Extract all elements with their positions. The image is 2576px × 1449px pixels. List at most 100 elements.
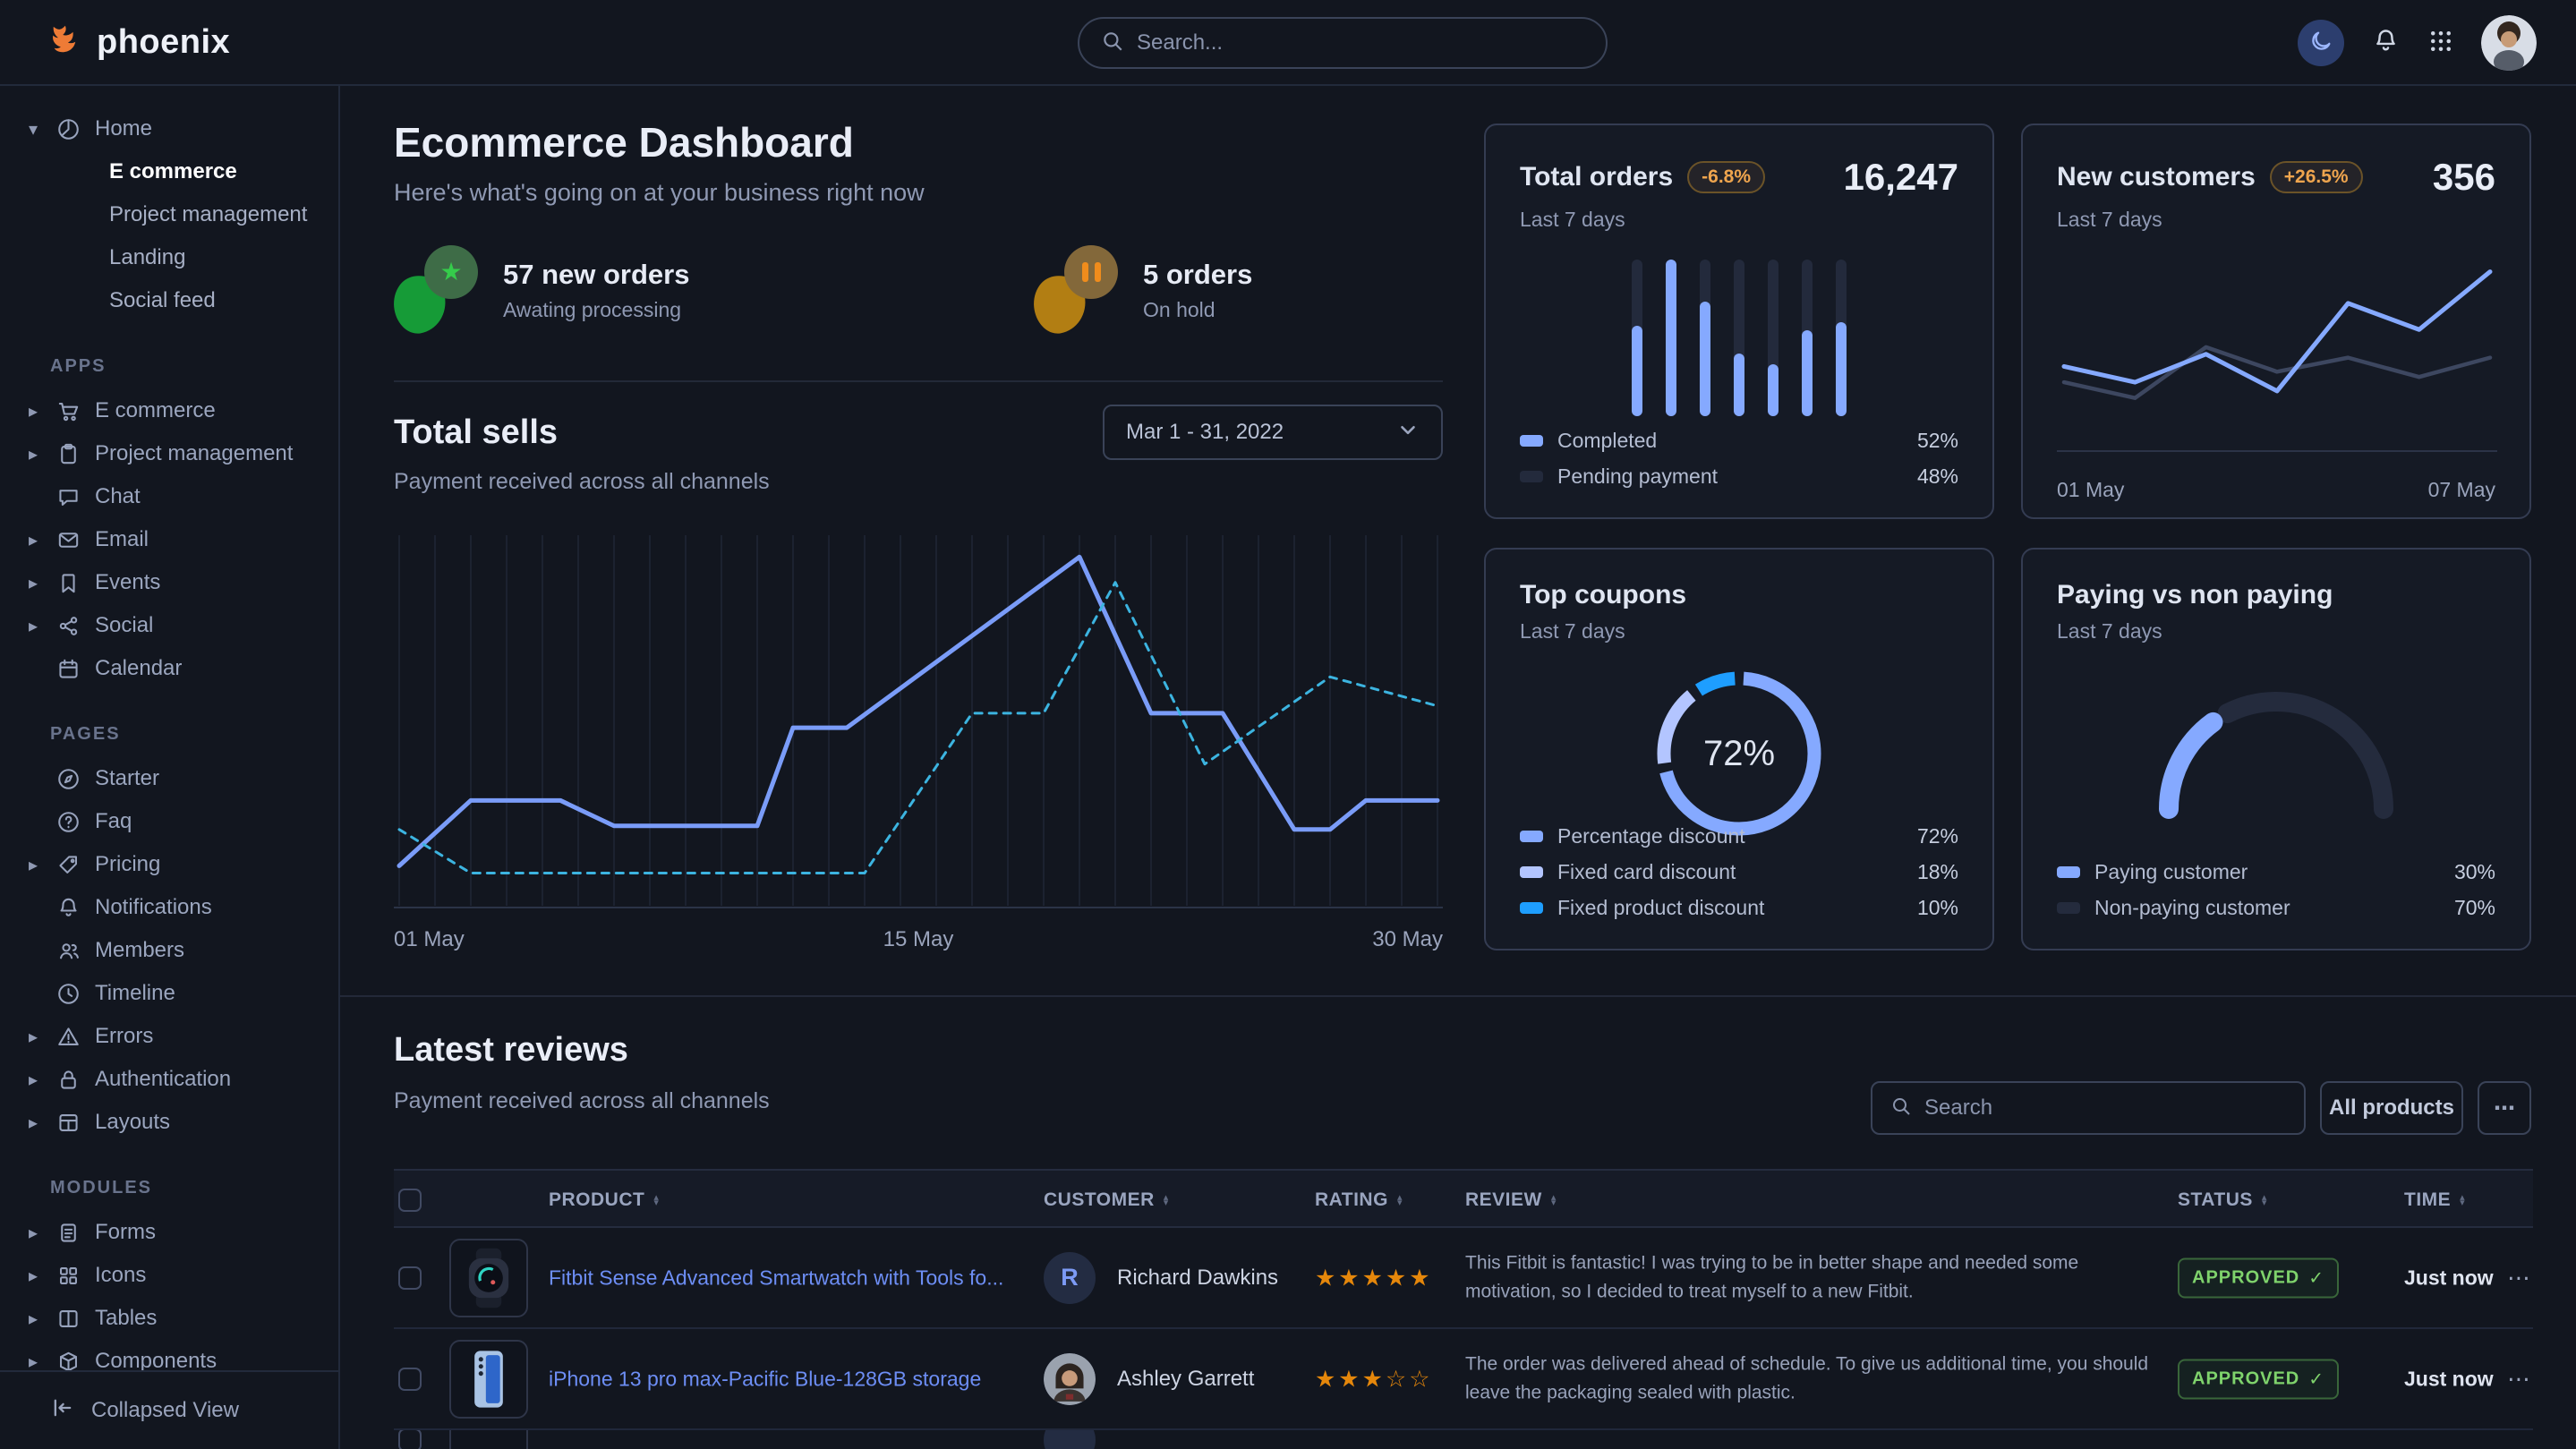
- sidebar-item-notifications[interactable]: Notifications: [0, 886, 338, 929]
- chevron-right-icon: ▸: [29, 1026, 55, 1048]
- legend-value: 72%: [1917, 824, 1958, 848]
- search-input[interactable]: [1137, 30, 1584, 55]
- reviews-search-input[interactable]: [1924, 1095, 2286, 1121]
- reviews-search[interactable]: [1871, 1081, 2306, 1135]
- sidebar-item-label: Social: [95, 613, 153, 638]
- row-actions-button[interactable]: ⋯: [2507, 1264, 2530, 1291]
- column-header-time[interactable]: TIME▴▾: [2404, 1171, 2465, 1230]
- user-avatar[interactable]: [2481, 15, 2537, 71]
- card-value: 16,247: [1844, 156, 1958, 199]
- sidebar-item-icons[interactable]: ▸Icons: [0, 1254, 338, 1297]
- sort-icon: ▴▾: [1397, 1195, 1403, 1206]
- page-title: Ecommerce Dashboard: [394, 118, 854, 166]
- card-value: 356: [2433, 156, 2495, 199]
- sidebar-item-members[interactable]: Members: [0, 929, 338, 972]
- tag-icon: [55, 852, 95, 878]
- sidebar-item-project-management[interactable]: ▸Project management: [0, 432, 338, 475]
- sidebar-item-events[interactable]: ▸Events: [0, 561, 338, 604]
- sidebar-item-timeline[interactable]: Timeline: [0, 972, 338, 1015]
- sidebar-item-label: Notifications: [95, 895, 212, 920]
- select-all-checkbox[interactable]: [398, 1189, 422, 1212]
- product-link[interactable]: Fitbit Sense Advanced Smartwatch with To…: [549, 1266, 1003, 1290]
- apps-menu-button[interactable]: [2427, 28, 2454, 59]
- users-icon: [55, 938, 95, 964]
- sidebar-item-label: Pricing: [95, 852, 160, 877]
- sidebar-item-calendar[interactable]: Calendar: [0, 647, 338, 690]
- sidebar-item-chat[interactable]: Chat: [0, 475, 338, 518]
- sidebar-item-social-feed[interactable]: Social feed: [0, 279, 338, 322]
- all-products-button[interactable]: All products: [2320, 1081, 2463, 1135]
- sidebar-item-label: Tables: [95, 1306, 157, 1331]
- grid-icon: [55, 1263, 95, 1289]
- brand-logo[interactable]: phoenix: [43, 20, 230, 65]
- review-text: The order was delivered ahead of schedul…: [1465, 1350, 2163, 1408]
- sort-icon: ▴▾: [1164, 1195, 1169, 1206]
- paying-legend: Paying customer30%Non-paying customer70%: [2057, 854, 2495, 925]
- table-header: PRODUCT▴▾ CUSTOMER▴▾ RATING▴▾ REVIEW▴▾ STATU…: [394, 1169, 2533, 1228]
- sidebar-item-e-commerce[interactable]: ▸E commerce: [0, 389, 338, 432]
- bar-track: [1700, 260, 1710, 416]
- product-link[interactable]: iPhone 13 pro max-Pacific Blue-128GB sto…: [549, 1367, 981, 1391]
- orders-bar-chart: [1632, 260, 1847, 416]
- chevron-right-icon: ▸: [29, 400, 55, 422]
- row-checkbox[interactable]: [398, 1368, 422, 1391]
- sidebar-item-tables[interactable]: ▸Tables: [0, 1297, 338, 1340]
- sidebar-item-e-commerce[interactable]: E commerce: [0, 150, 338, 193]
- x-tick: 01 May: [2057, 478, 2124, 501]
- legend-row-completed: Completed52%: [1520, 422, 1958, 458]
- sidebar-item-email[interactable]: ▸Email: [0, 518, 338, 561]
- sort-icon: ▴▾: [2262, 1195, 2267, 1206]
- sidebar-item-pricing[interactable]: ▸ Pricing: [0, 843, 338, 886]
- page-subtitle: Here's what's going on at your business …: [394, 179, 925, 207]
- sidebar-item-label: Home: [95, 116, 152, 141]
- sidebar-item-social[interactable]: ▸Social: [0, 604, 338, 647]
- column-header-customer[interactable]: CUSTOMER▴▾: [1044, 1171, 1169, 1230]
- sidebar-item-label: Chat: [95, 484, 141, 509]
- sidebar-item-label: Icons: [95, 1263, 146, 1288]
- product-thumbnail: [449, 1340, 528, 1419]
- column-header-rating[interactable]: RATING▴▾: [1315, 1171, 1403, 1230]
- sidebar-item-landing[interactable]: Landing: [0, 236, 338, 279]
- stat-caption: Awating processing: [503, 298, 689, 322]
- bar-fill: [1836, 322, 1847, 416]
- chevron-right-icon: ▸: [29, 854, 55, 876]
- sidebar-item-label: Forms: [95, 1220, 156, 1245]
- sidebar-item-home[interactable]: ▾Home: [0, 107, 338, 150]
- sidebar-item-starter[interactable]: Starter: [0, 757, 338, 800]
- sidebar-item-layouts[interactable]: ▸Layouts: [0, 1101, 338, 1144]
- layout-icon: [55, 1110, 95, 1136]
- dark-mode-toggle[interactable]: [2298, 20, 2344, 66]
- column-header-product[interactable]: PRODUCT▴▾: [549, 1171, 659, 1230]
- chevron-right-icon: ▸: [29, 1112, 55, 1134]
- sidebar-item-label: Members: [95, 938, 184, 963]
- sidebar-item-authentication[interactable]: ▸Authentication: [0, 1058, 338, 1101]
- apps-grid-icon: [2427, 28, 2454, 59]
- column-header-status[interactable]: STATUS▴▾: [2178, 1171, 2267, 1230]
- date-range-dropdown[interactable]: Mar 1 - 31, 2022: [1103, 405, 1443, 460]
- avatar-initial: R: [1061, 1264, 1079, 1291]
- legend-label: Fixed product discount: [1557, 896, 1764, 920]
- total-sells-subtitle: Payment received across all channels: [394, 469, 770, 495]
- sidebar-item-forms[interactable]: ▸Forms: [0, 1211, 338, 1254]
- row-checkbox[interactable]: [398, 1266, 422, 1290]
- legend-value: 48%: [1917, 465, 1958, 489]
- legend-label: Paying customer: [2094, 860, 2248, 884]
- email-icon: [55, 527, 95, 553]
- sidebar-item-project-management[interactable]: Project management: [0, 193, 338, 236]
- total-orders-card: Total orders -6.8% 16,247 Last 7 days Co…: [1484, 124, 1994, 519]
- sidebar-item-faq[interactable]: Faq: [0, 800, 338, 843]
- collapse-view-button[interactable]: Collapsed View: [0, 1370, 338, 1449]
- orders-legend: Completed52%Pending payment48%: [1520, 422, 1958, 494]
- notifications-button[interactable]: [2371, 26, 2401, 60]
- row-checkbox[interactable]: [398, 1430, 422, 1449]
- more-options-button[interactable]: ⋯: [2478, 1081, 2531, 1135]
- app-root: phoenix: [0, 0, 2576, 1449]
- column-header-review[interactable]: REVIEW▴▾: [1465, 1171, 1557, 1230]
- x-tick: 07 May: [2428, 478, 2495, 502]
- sidebar-item-label: Project management: [95, 441, 293, 466]
- clipboard-icon: [55, 441, 95, 467]
- global-search[interactable]: [1078, 17, 1608, 69]
- legend-value: 70%: [2454, 896, 2495, 920]
- row-actions-button[interactable]: ⋯: [2507, 1365, 2530, 1393]
- sidebar-item-errors[interactable]: ▸Errors: [0, 1015, 338, 1058]
